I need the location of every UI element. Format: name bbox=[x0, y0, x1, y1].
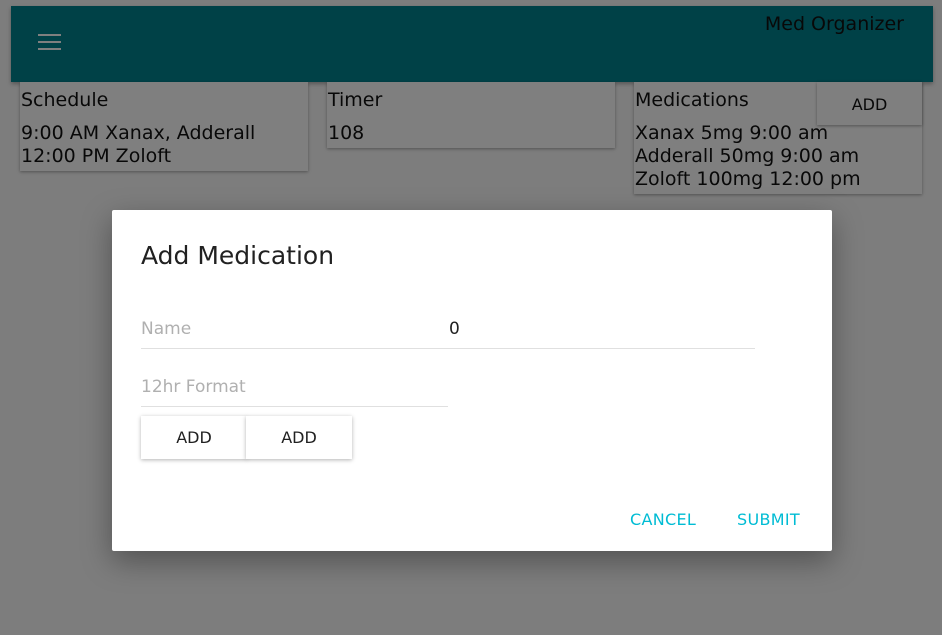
time-field[interactable]: 12hr Format bbox=[141, 377, 448, 407]
add-time-button[interactable]: ADD bbox=[141, 416, 247, 459]
name-field-label: Name bbox=[141, 319, 192, 339]
add-entry-button[interactable]: ADD bbox=[246, 416, 352, 459]
submit-button[interactable]: SUBMIT bbox=[737, 510, 800, 529]
time-field-label: 12hr Format bbox=[141, 377, 246, 397]
cancel-button[interactable]: CANCEL bbox=[630, 510, 696, 529]
name-field-value[interactable]: 0 bbox=[449, 319, 460, 339]
add-medication-dialog: Add Medication Name 0 12hr Format ADD AD… bbox=[112, 210, 832, 551]
dialog-title: Add Medication bbox=[141, 241, 335, 270]
app-page: Med Organizer Schedule 9:00 AM Xanax, Ad… bbox=[0, 0, 942, 635]
name-field[interactable]: Name 0 bbox=[141, 319, 755, 349]
